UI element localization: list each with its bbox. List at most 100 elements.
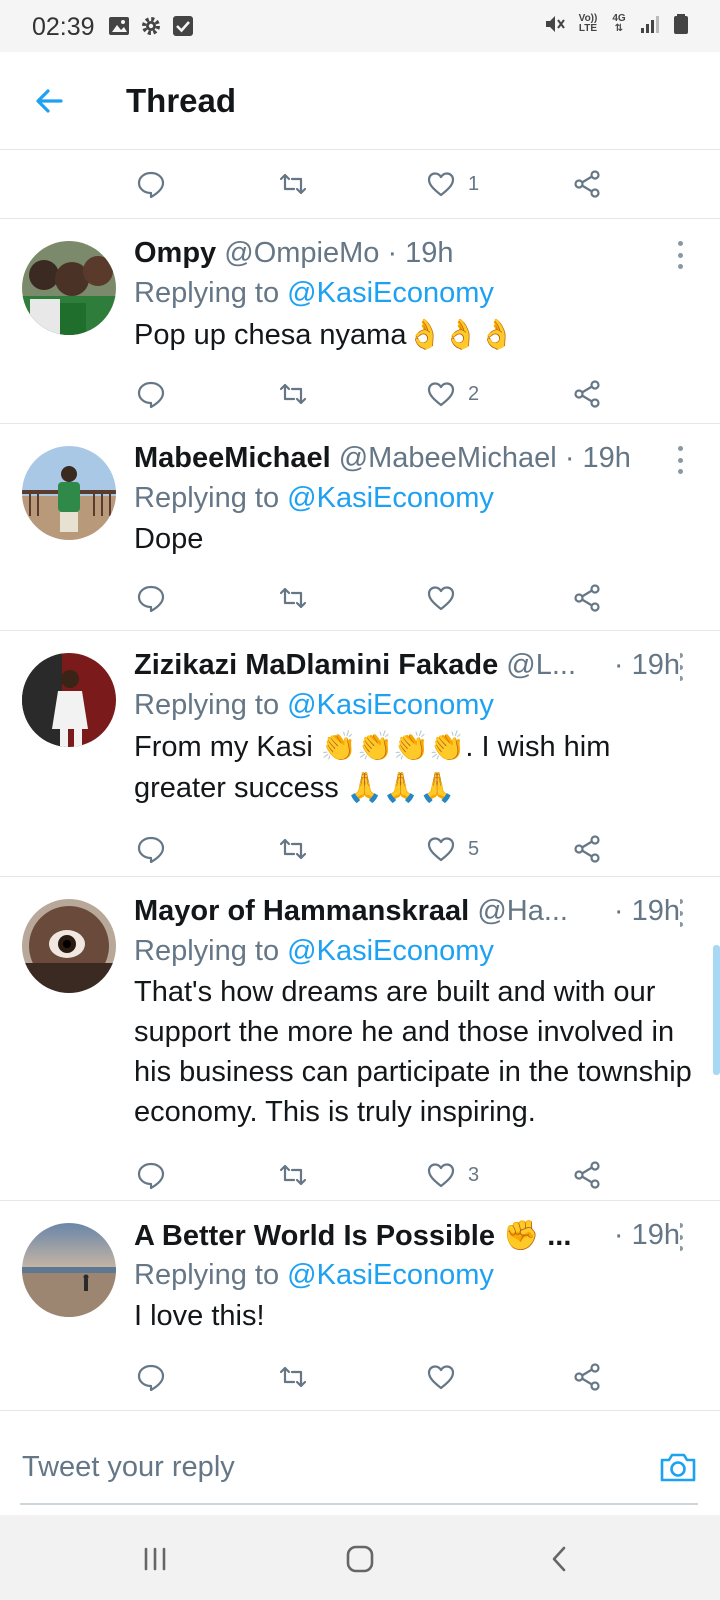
camera-icon [660,1453,696,1482]
retweet-icon [279,838,307,860]
replying-to: Replying to @KasiEconomy [134,935,494,967]
author-handle[interactable]: @L... [506,649,576,681]
home-button[interactable] [338,1537,382,1581]
like-button[interactable]: 5 [426,816,479,882]
like-button[interactable] [426,565,468,631]
reply-icon [137,171,165,199]
reply-icon [137,381,165,409]
battery-icon [674,14,688,34]
tweet[interactable]: MabeeMichael @MabeeMichael · 19h Replyin… [0,424,720,631]
reply-button[interactable] [136,565,166,631]
status-notification-icons [108,15,194,37]
tweet-actions [0,1344,720,1410]
retweet-button[interactable] [278,1344,308,1410]
praying-hands-emoji: 🙏🙏🙏 [346,770,456,804]
share-button[interactable] [572,361,602,427]
reply-icon [137,836,165,864]
avatar[interactable] [22,241,116,335]
author-name[interactable]: Ompy [134,237,216,269]
composer-underline [20,1503,698,1505]
author-name[interactable]: Mayor of Hammanskraal [134,895,469,927]
chevron-left-icon [552,1546,566,1572]
tweet-actions: 3 [0,1142,720,1208]
tweet-time: · 19h [387,237,454,269]
avatar[interactable] [22,446,116,540]
home-icon [346,1545,374,1573]
tweet-header: MabeeMichael @MabeeMichael · 19h [134,438,680,478]
status-time: 02:39 [32,13,95,41]
share-icon [574,584,600,612]
retweet-icon [279,173,307,195]
reply-button[interactable] [136,151,166,217]
back-button[interactable] [26,78,72,124]
tweet-time: · 19h [607,645,680,685]
heart-icon [427,172,455,197]
recent-apps-button[interactable] [133,1537,177,1581]
app-bar: Thread [0,52,720,150]
ok-hand-emoji: 👌👌👌 [406,317,515,351]
avatar[interactable] [22,899,116,993]
share-button[interactable] [572,1142,602,1208]
mention-link[interactable]: @KasiEconomy [287,277,494,309]
tweet[interactable]: A Better World Is Possible ✊ ... · 19h R… [0,1201,720,1411]
mention-link[interactable]: @KasiEconomy [287,935,494,967]
reply-icon [137,585,165,613]
retweet-button[interactable] [278,816,308,882]
like-button[interactable]: 3 [426,1142,479,1208]
share-button[interactable] [572,151,602,217]
tweet-actions: 2 [0,361,720,427]
author-name[interactable]: Zizikazi MaDlamini Fakade [134,649,498,681]
reply-button[interactable] [136,361,166,427]
like-button[interactable]: 2 [426,361,479,427]
like-button[interactable]: 1 [426,151,479,217]
tweet-header: A Better World Is Possible ✊ ... · 19h [134,1215,680,1255]
reply-button[interactable] [136,1344,166,1410]
share-icon [574,1161,600,1189]
replying-to: Replying to @KasiEconomy [134,689,494,721]
reply-button[interactable] [136,1142,166,1208]
replying-to: Replying to @KasiEconomy [134,1259,494,1291]
share-button[interactable] [572,1344,602,1410]
tweet[interactable]: Mayor of Hammanskraal @Ha... · 19h Reply… [0,877,720,1201]
like-count: 3 [468,1163,480,1186]
heart-icon [427,837,455,862]
tweet-text: Dope [134,523,204,555]
like-count: 2 [468,382,480,405]
clapping-emoji: 👏👏👏👏 [320,729,466,763]
retweet-button[interactable] [278,151,308,217]
back-nav-button[interactable] [538,1537,582,1581]
like-button[interactable] [426,1344,468,1410]
arrow-left-icon [36,89,63,113]
camera-button[interactable] [658,1447,698,1487]
reply-button[interactable] [136,816,166,882]
retweet-icon [279,383,307,405]
retweet-button[interactable] [278,361,308,427]
checkbox-notification-icon [173,16,193,36]
reply-input[interactable]: Tweet your reply [22,1451,235,1484]
author-handle[interactable]: @OmpieMo [224,237,379,269]
retweet-icon [279,587,307,609]
avatar[interactable] [22,1223,116,1317]
tweet[interactable]: Zizikazi MaDlamini Fakade @L... · 19h Re… [0,631,720,877]
author-name[interactable]: A Better World Is Possible [134,1220,495,1252]
mention-link[interactable]: @KasiEconomy [287,482,494,514]
author-name[interactable]: MabeeMichael [134,442,331,474]
share-button[interactable] [572,816,602,882]
tweet-text: From my Kasi 👏👏👏👏. I wish him greater su… [134,726,680,808]
tweet[interactable]: Ompy @OmpieMo · 19h Replying to @KasiEco… [0,219,720,424]
heart-icon [427,1365,455,1390]
tweet-header: Zizikazi MaDlamini Fakade @L... · 19h [134,645,680,685]
share-button[interactable] [572,565,602,631]
mention-link[interactable]: @KasiEconomy [287,1259,494,1291]
author-handle[interactable]: @Ha... [477,895,568,927]
thread-feed[interactable]: 1 Ompy @OmpieMo · 19h Replying to @KasiE… [0,151,720,1411]
retweet-button[interactable] [278,1142,308,1208]
tweet-time: · 19h [607,891,680,931]
author-handle[interactable]: @MabeeMichael [339,442,557,474]
retweet-button[interactable] [278,565,308,631]
avatar[interactable] [22,653,116,747]
scrollbar[interactable] [713,945,720,1075]
raised-fist-emoji: ✊ [503,1218,540,1252]
retweet-icon [279,1366,307,1388]
mention-link[interactable]: @KasiEconomy [287,689,494,721]
